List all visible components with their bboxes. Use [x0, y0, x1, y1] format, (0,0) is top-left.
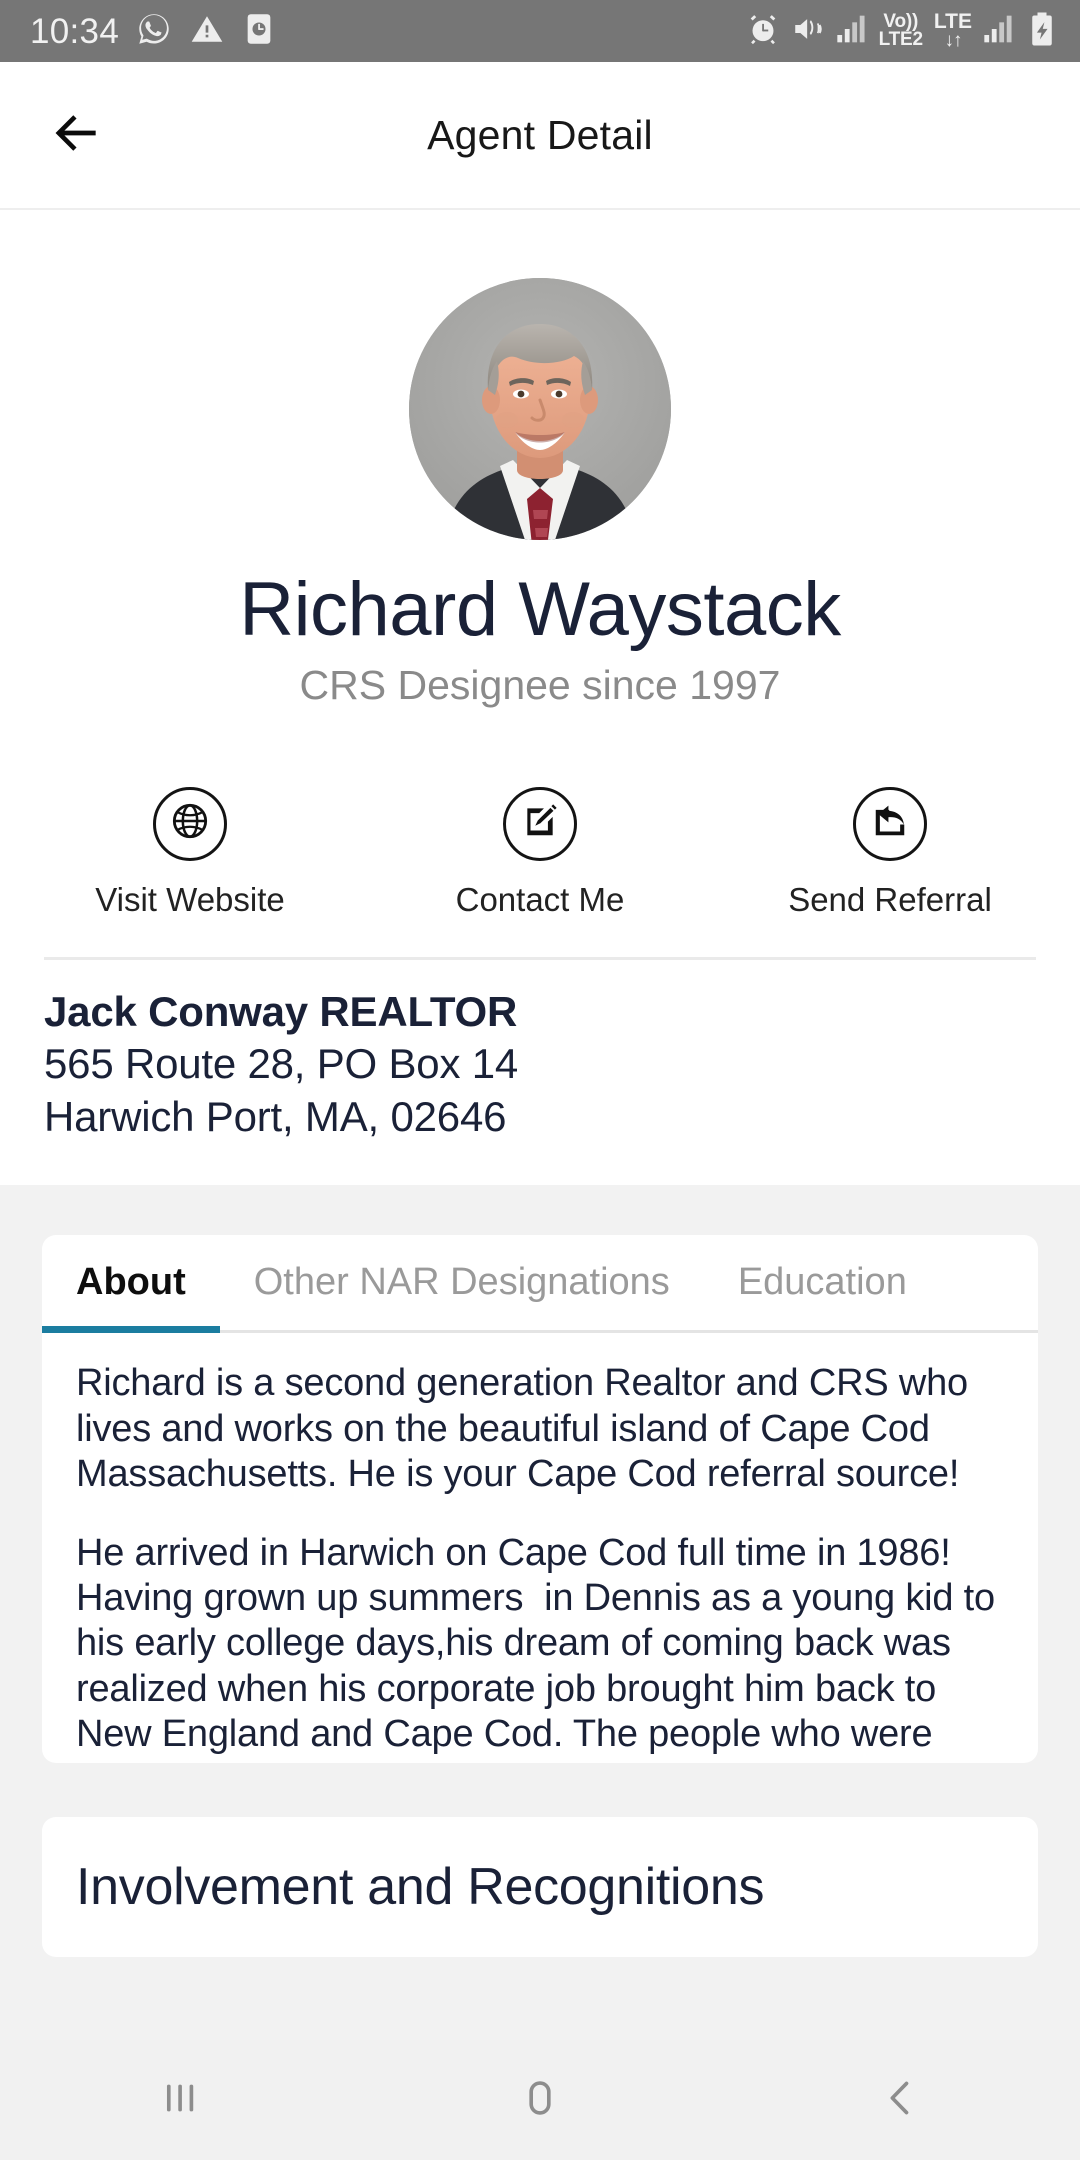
send-referral-label: Send Referral — [788, 880, 992, 918]
agent-photo-illustration — [409, 278, 671, 540]
status-bar-left: 10:34 — [30, 11, 276, 52]
about-card: About Other NAR Designations Education R… — [42, 1235, 1038, 1764]
agent-name: Richard Waystack — [239, 567, 841, 652]
home-button[interactable] — [450, 2040, 630, 2160]
tab-about-label: About — [76, 1261, 186, 1304]
globe-icon-circle — [153, 786, 227, 861]
edit-icon-circle — [503, 786, 577, 861]
involvement-card[interactable]: Involvement and Recognitions — [42, 1817, 1038, 1958]
back-nav-button[interactable] — [810, 2040, 990, 2160]
contact-me-label: Contact Me — [455, 880, 625, 918]
action-buttons-row: Visit Website Contact Me Send Referral — [0, 786, 1080, 919]
edit-pencil-icon — [521, 802, 559, 845]
globe-icon — [170, 801, 210, 846]
visit-website-label: Visit Website — [95, 880, 285, 918]
share-arrow-icon — [871, 802, 909, 845]
avatar-wrapper — [0, 278, 1080, 540]
app-bar: Agent Detail — [0, 62, 1080, 210]
send-referral-button[interactable]: Send Referral — [785, 786, 995, 919]
organization-address-line-2: Harwich Port, MA, 02646 — [44, 1092, 507, 1140]
status-time: 10:34 — [30, 11, 120, 51]
tab-about[interactable]: About — [42, 1235, 220, 1334]
avatar[interactable] — [409, 278, 671, 540]
share-icon-circle — [853, 786, 927, 861]
android-nav-bar — [0, 2040, 1080, 2160]
organization-block: Jack Conway REALTOR 565 Route 28, PO Box… — [0, 960, 1080, 1186]
status-bar-right: Vo)) LTE2 LTE ↓↑ — [746, 11, 1058, 52]
tab-education-label: Education — [737, 1261, 907, 1304]
content-scroll-area[interactable]: Richard Waystack CRS Designee since 1997 — [0, 210, 1080, 2040]
back-button[interactable] — [40, 98, 114, 172]
arrow-left-icon — [49, 105, 105, 166]
recents-icon — [157, 2075, 203, 2126]
organization-name: Jack Conway REALTOR — [44, 987, 518, 1035]
phone-screen: 10:34 Vo)) LTE2 LTE ↓↑ Agent Detail Rich… — [0, 0, 1080, 2160]
mute-vibrate-icon — [791, 12, 825, 51]
clock-box-icon — [242, 12, 276, 51]
lte-data-icon: LTE ↓↑ — [933, 10, 972, 51]
battery-charging-icon — [1026, 11, 1058, 52]
about-paragraph-1: Richard is a second generation Realtor a… — [76, 1362, 979, 1495]
visit-website-button[interactable]: Visit Website — [85, 786, 295, 919]
signal-bars-2-icon — [983, 14, 1015, 49]
tab-other-nar-designations-label: Other NAR Designations — [253, 1261, 670, 1304]
contact-me-button[interactable]: Contact Me — [435, 786, 645, 919]
profile-section: Richard Waystack CRS Designee since 1997 — [0, 210, 1080, 1186]
signal-bars-icon — [836, 14, 868, 49]
tab-bar[interactable]: About Other NAR Designations Education — [42, 1235, 1038, 1334]
about-card-body[interactable]: Richard is a second generation Realtor a… — [42, 1333, 1038, 1763]
status-bar: 10:34 Vo)) LTE2 LTE ↓↑ — [0, 0, 1080, 62]
involvement-card-title: Involvement and Recognitions — [76, 1858, 765, 1917]
cards-area: About Other NAR Designations Education R… — [0, 1185, 1080, 2040]
whatsapp-icon — [136, 11, 172, 52]
about-paragraph-2: He arrived in Harwich on Cape Cod full t… — [76, 1531, 995, 1763]
alarm-icon — [746, 12, 780, 51]
agent-subtitle: CRS Designee since 1997 — [299, 661, 781, 708]
volte-icon: Vo)) LTE2 — [878, 10, 923, 50]
back-chevron-icon — [877, 2075, 923, 2126]
home-icon — [517, 2075, 563, 2126]
organization-address-line-1: 565 Route 28, PO Box 14 — [44, 1040, 519, 1088]
warning-triangle-icon — [189, 11, 225, 52]
tab-education[interactable]: Education — [704, 1235, 941, 1330]
page-title: Agent Detail — [427, 111, 653, 158]
tab-other-nar-designations[interactable]: Other NAR Designations — [220, 1235, 704, 1330]
recents-button[interactable] — [90, 2040, 270, 2160]
